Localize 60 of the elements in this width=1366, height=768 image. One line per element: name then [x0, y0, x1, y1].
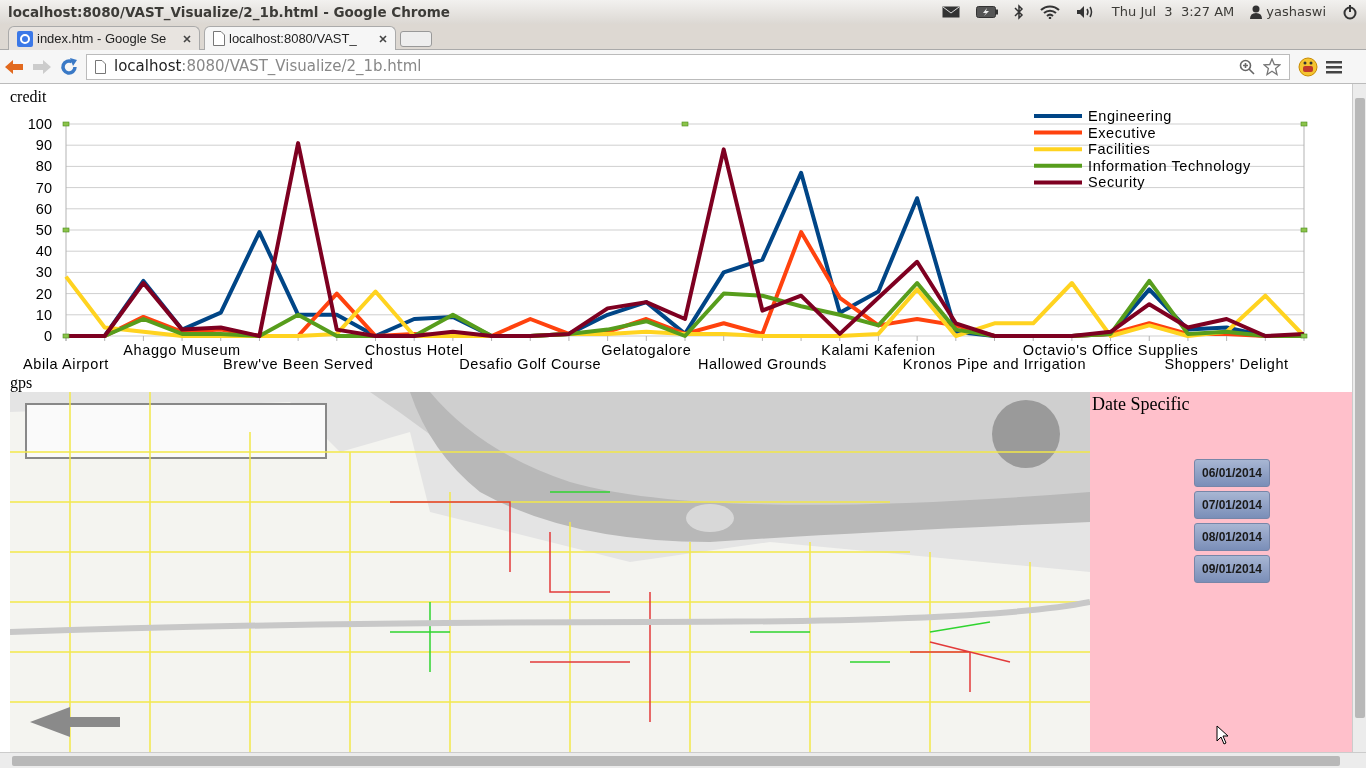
legend-label: Executive	[1088, 124, 1157, 141]
back-icon[interactable]	[4, 58, 24, 75]
browser-tab[interactable]: index.htm - Google Se	[8, 26, 200, 50]
chart-title: credit	[10, 88, 48, 106]
panel-title: Date Specific	[1091, 393, 1191, 414]
legend-label: Engineering	[1088, 108, 1172, 124]
zoom-icon[interactable]	[1239, 58, 1255, 75]
close-icon[interactable]	[379, 34, 387, 43]
axis-tick-label: 40	[35, 243, 52, 260]
axis-tick-label: Desafio Golf Course	[459, 356, 602, 372]
cursor-icon	[1216, 725, 1230, 745]
legend-label: Facilities	[1088, 141, 1151, 158]
axis-tick-label: 20	[35, 285, 52, 302]
date-button[interactable]: 06/01/2014	[1194, 459, 1270, 487]
wifi-icon[interactable]	[1039, 5, 1060, 19]
axis-tick-label: Kronos Pipe and Irrigation	[902, 356, 1087, 372]
url-text[interactable]: localhost:8080/VAST_Visualize/2_1b.html	[114, 55, 422, 78]
bluetooth-icon[interactable]	[1013, 4, 1024, 20]
address-field[interactable]: localhost:8080/VAST_Visualize/2_1b.html	[86, 53, 1290, 80]
window-title: localhost:8080/VAST_Visualize/2_1b.html - Google Chrome	[8, 2, 450, 23]
axis-tick-label: 10	[35, 306, 52, 323]
star-icon[interactable]	[1263, 57, 1281, 76]
axis-tick-label: 80	[35, 158, 52, 175]
reload-icon[interactable]	[60, 57, 78, 76]
axis-tick-label: 100	[27, 116, 52, 132]
date-button[interactable]: 09/01/2014	[1194, 555, 1270, 583]
extension-icon[interactable]	[1298, 56, 1318, 77]
clock-text[interactable]: Thu Jul 3 3:27 AM	[1111, 2, 1235, 22]
axis-tick-label: 30	[35, 264, 52, 281]
axis-tick-label: 70	[35, 179, 52, 196]
axis-tick-label: Chostus Hotel	[364, 342, 464, 358]
horizontal-scrollbar[interactable]	[0, 752, 1366, 768]
user-icon[interactable]	[1250, 5, 1263, 19]
axis-tick-label: Octavio's Office Supplies	[1022, 342, 1199, 358]
date-button[interactable]: 08/01/2014	[1194, 523, 1270, 551]
browser-tab[interactable]: localhost:8080/VAST_	[204, 26, 396, 50]
vertical-scrollbar[interactable]	[1352, 84, 1366, 752]
axis-tick-label: Hallowed Grounds	[697, 356, 827, 372]
close-icon[interactable]	[183, 34, 191, 43]
menu-icon[interactable]	[1326, 59, 1342, 74]
page-icon	[95, 59, 106, 74]
axis-tick-label: Gelatogalore	[601, 342, 692, 358]
section-title: gps	[10, 374, 34, 392]
axis-tick-label: Kalami Kafenion	[821, 342, 936, 358]
axis-tick-label: 60	[35, 200, 52, 217]
axis-tick-label: 50	[35, 222, 52, 238]
date-button[interactable]: 07/01/2014	[1194, 491, 1270, 519]
battery-icon[interactable]	[975, 6, 998, 18]
axis-tick-label: 0	[43, 328, 52, 344]
favicon-icon	[17, 30, 33, 47]
axis-tick-label: Brew've Been Served	[222, 356, 374, 372]
axis-tick-label: 90	[35, 137, 52, 154]
legend-label: Security	[1088, 174, 1146, 191]
legend-label: Information Technology	[1088, 157, 1251, 174]
page-icon	[213, 31, 225, 46]
axis-tick-label: Ahaggo Museum	[123, 342, 241, 358]
power-icon[interactable]	[1342, 4, 1358, 20]
mail-icon[interactable]	[941, 6, 960, 18]
axis-tick-label: Abila Airport	[23, 356, 109, 372]
user-name[interactable]: yashaswi	[1266, 2, 1326, 22]
